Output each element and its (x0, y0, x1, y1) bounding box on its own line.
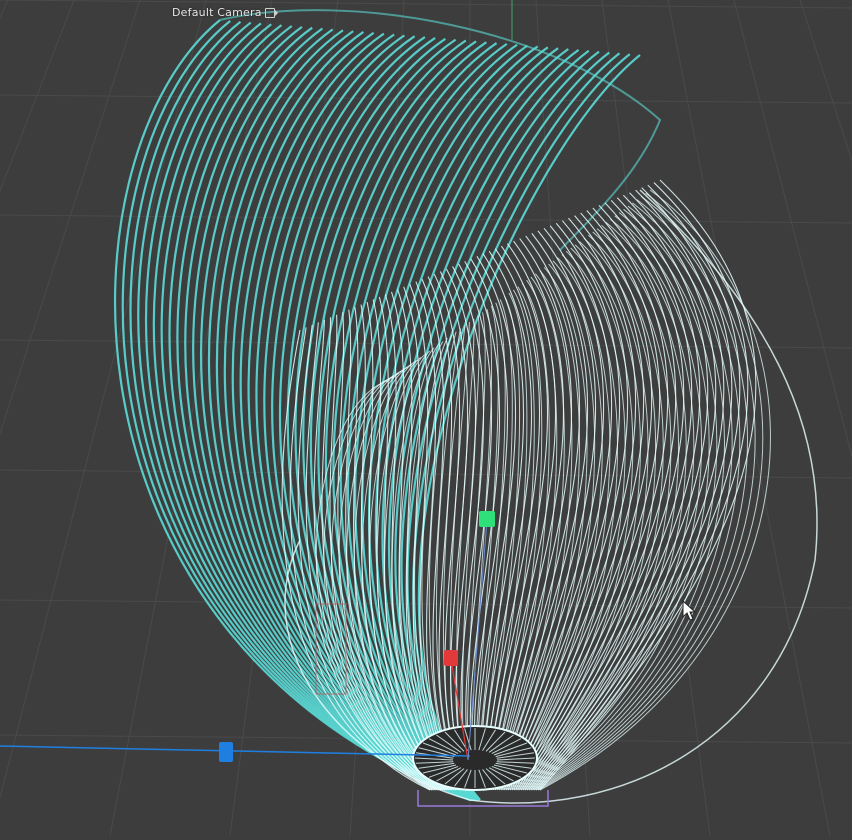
camera-label[interactable]: Default Camera (172, 6, 278, 19)
x-axis-handle[interactable] (444, 650, 458, 666)
y-axis-handle[interactable] (479, 511, 495, 527)
viewport-canvas[interactable] (0, 0, 852, 837)
3d-viewport[interactable]: Default Camera (0, 0, 852, 837)
arrow-cursor-icon (682, 600, 697, 621)
z-axis-handle[interactable] (219, 742, 233, 762)
camera-label-text: Default Camera (172, 6, 262, 19)
vase-base-opening (412, 725, 538, 791)
camera-icon (264, 7, 278, 18)
